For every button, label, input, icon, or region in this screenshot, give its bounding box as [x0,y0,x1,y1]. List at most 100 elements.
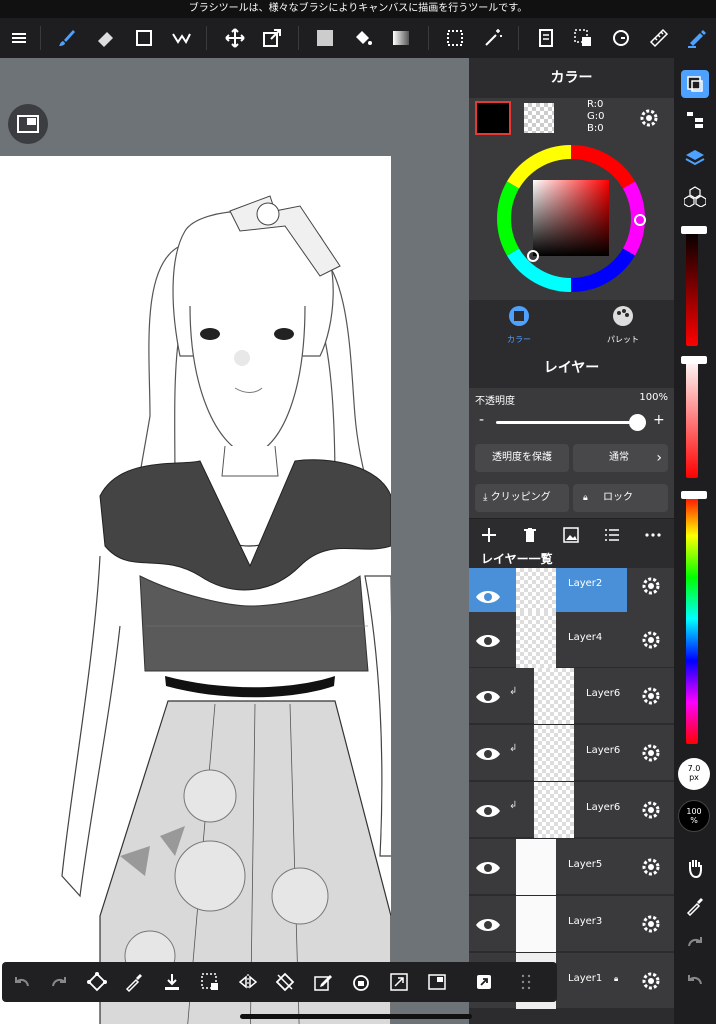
navigator-button[interactable] [8,104,48,144]
layer-tools-row [469,518,674,550]
main-color-swatch[interactable] [475,101,511,135]
layer-settings-gear-icon[interactable] [639,741,663,765]
visibility-eye-icon[interactable] [473,582,503,612]
layer-settings-gear-icon[interactable] [639,855,663,879]
opacity-plus-button[interactable]: + [653,412,665,428]
opacity-slider-track[interactable] [496,421,646,424]
layers-icon[interactable] [681,144,709,172]
import-image-icon[interactable] [560,524,582,546]
fill-color-icon[interactable] [310,22,340,54]
rectangle-icon[interactable] [129,22,159,54]
visibility-eye-icon[interactable] [473,853,503,883]
fullscreen-icon[interactable] [385,968,413,996]
magic-wand-icon[interactable] [478,22,508,54]
visibility-eye-icon[interactable] [473,682,503,712]
value-slider-thumb[interactable] [681,226,707,234]
navigator-icon[interactable] [423,968,451,996]
pen-icon[interactable] [682,22,712,54]
layer-row[interactable]: Layer5 [469,839,674,895]
layer-settings-gear-icon[interactable] [639,969,663,993]
lock-button[interactable]: 🔒︎ ロック [573,484,668,512]
rotate-reset-icon[interactable] [271,968,299,996]
sub-color-swatch[interactable] [524,103,554,133]
opacity-minus-button[interactable]: - [479,412,484,428]
layer-name: Layer2 [568,578,603,589]
visibility-eye-icon[interactable] [473,626,503,656]
brush-opacity-indicator[interactable]: 100 % [678,800,710,832]
visibility-eye-icon[interactable] [473,739,503,769]
more-icon[interactable] [642,524,664,546]
layer-tree-icon[interactable] [681,106,709,134]
layer-settings-gear-icon[interactable] [639,684,663,708]
color-wheel[interactable] [491,142,651,297]
opacity-slider-thumb[interactable] [629,414,646,431]
redo-icon[interactable] [681,928,709,956]
undo-icon[interactable] [8,968,36,996]
tab-color[interactable]: カラー [469,304,569,346]
add-layer-icon[interactable] [478,524,500,546]
value-slider[interactable] [686,230,698,346]
layer-panel-icon[interactable] [530,22,560,54]
transform-icon[interactable] [83,968,111,996]
brush-icon[interactable] [52,22,82,54]
protect-alpha-button[interactable]: 透明度を保護 [475,444,569,472]
selection-icon[interactable] [196,968,224,996]
layer-settings-gear-icon[interactable] [639,574,663,598]
layer-row[interactable]: ↲ Layer6 [469,725,674,781]
flip-icon[interactable] [234,968,262,996]
menu-icon[interactable] [4,22,34,54]
layer-settings-gear-icon[interactable] [639,628,663,652]
layer-settings-gear-icon[interactable] [639,912,663,936]
eyedropper-icon[interactable] [681,892,709,920]
layer-settings-gear-icon[interactable] [639,798,663,822]
brush-size-indicator[interactable]: 7.0 px [678,758,710,790]
color-panel-toggle-icon[interactable] [681,70,709,98]
rotate-icon[interactable] [606,22,636,54]
hue-slider-thumb[interactable] [681,491,707,499]
opacity-control: 不透明度 100% - + [469,388,674,438]
canvas-paper[interactable] [0,156,396,1024]
save-icon[interactable] [158,968,186,996]
visibility-eye-icon[interactable] [473,796,503,826]
select-layer-icon[interactable] [568,22,598,54]
materials-icon[interactable] [681,182,709,210]
rotate-icon[interactable] [347,968,375,996]
move-icon[interactable] [220,22,250,54]
layer-row[interactable]: Layer4 [469,612,674,668]
color-settings-gear-icon[interactable] [637,106,661,134]
layer-list-icon[interactable] [601,524,623,546]
hue-slider[interactable] [686,494,698,744]
eraser-icon[interactable] [91,22,121,54]
share-icon[interactable] [470,968,498,996]
layer-row[interactable]: Layer3 [469,896,674,952]
bucket-icon[interactable] [348,22,378,54]
canvas-area[interactable] [0,58,470,1024]
fill-icon[interactable] [166,22,196,54]
delete-layer-icon[interactable] [519,524,541,546]
clipping-button[interactable]: ⤓ クリッピング [475,484,569,512]
grid-icon[interactable] [512,968,540,996]
layer-row[interactable]: ↲ Layer6 [469,668,674,724]
redo-icon[interactable] [45,968,73,996]
gradient-icon[interactable] [386,22,416,54]
blend-mode-button[interactable]: 通常 › [573,444,668,472]
transform-icon[interactable] [257,22,287,54]
color-swatch-row: R:0 G:0 B:0 [469,98,674,138]
layer-row[interactable]: ↲ Layer6 [469,782,674,838]
ruler-icon[interactable] [644,22,674,54]
eyedropper-icon[interactable] [120,968,148,996]
layer-thumbnail [516,896,556,952]
undo-icon[interactable] [681,966,709,994]
home-indicator[interactable] [240,1014,472,1019]
layer-list: Layer2 Layer4 ↲ Layer6 ↲ Layer6 ↲ Layer6… [469,568,674,1024]
hand-icon[interactable] [681,854,709,882]
selection-icon[interactable] [440,22,470,54]
chevron-right-icon: › [656,450,662,466]
tab-palette[interactable]: パレット [573,304,673,346]
clipping-indicator-icon: ↲ [509,743,518,754]
edit-icon[interactable] [309,968,337,996]
visibility-eye-icon[interactable] [473,910,503,940]
saturation-slider[interactable] [686,358,698,478]
layer-thumbnail [534,668,574,724]
saturation-slider-thumb[interactable] [681,356,707,364]
